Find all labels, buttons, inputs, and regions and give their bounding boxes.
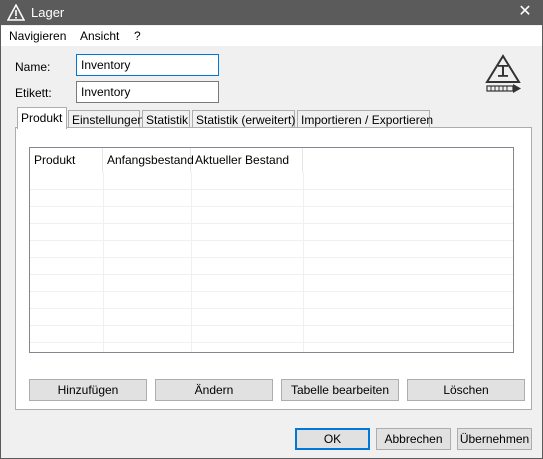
menu-help[interactable]: ? <box>134 29 141 43</box>
lager-window: Lager ✕ Navigieren Ansicht ? Name: Inven… <box>0 0 543 459</box>
grid-line <box>30 189 513 190</box>
window-title: Lager <box>31 5 65 20</box>
grid-line <box>30 240 513 241</box>
grid-line <box>30 257 513 258</box>
warning-triangle-icon <box>7 4 25 21</box>
name-label: Name: <box>15 60 51 74</box>
menu-navigieren[interactable]: Navigieren <box>9 29 66 43</box>
grid-line <box>30 325 513 326</box>
inventory-warning-icon <box>485 54 521 93</box>
cancel-button[interactable]: Abbrechen <box>376 428 451 450</box>
grid-line <box>30 291 513 292</box>
grid-line <box>30 223 513 224</box>
tab-einstellungen[interactable]: Einstellungen <box>68 110 144 128</box>
ok-button[interactable]: OK <box>295 428 370 450</box>
title-bar[interactable]: Lager ✕ <box>1 1 542 25</box>
menu-bar: Navigieren Ansicht ? <box>1 26 542 46</box>
edit-table-button[interactable]: Tabelle bearbeiten <box>281 379 399 401</box>
etikett-field[interactable]: Inventory <box>76 81 219 103</box>
close-icon[interactable]: ✕ <box>508 1 542 25</box>
delete-button[interactable]: Löschen <box>407 379 525 401</box>
grid-line <box>30 342 513 343</box>
add-button[interactable]: Hinzufügen <box>29 379 147 401</box>
menu-ansicht[interactable]: Ansicht <box>80 29 119 43</box>
tab-statistik[interactable]: Statistik <box>142 110 190 128</box>
edit-button[interactable]: Ändern <box>155 379 273 401</box>
grid-line <box>30 274 513 275</box>
column-anfangsbestand[interactable]: Anfangsbestand <box>103 148 194 172</box>
etikett-label: Etikett: <box>15 86 52 100</box>
tab-panel-produkt: Produkt Anfangsbestand Aktueller Bestand… <box>15 127 532 410</box>
table-header: Produkt Anfangsbestand Aktueller Bestand <box>30 148 513 172</box>
grid-line <box>30 308 513 309</box>
column-aktueller-bestand[interactable]: Aktueller Bestand <box>191 148 303 172</box>
tab-importieren-exportieren[interactable]: Importieren / Exportieren <box>297 110 433 128</box>
grid-line <box>30 206 513 207</box>
tab-produkt[interactable]: Produkt <box>17 107 67 129</box>
name-field[interactable]: Inventory <box>76 54 219 76</box>
column-produkt[interactable]: Produkt <box>30 148 103 172</box>
product-table[interactable]: Produkt Anfangsbestand Aktueller Bestand <box>29 147 514 353</box>
tab-statistik-erweitert[interactable]: Statistik (erweitert) <box>192 110 295 128</box>
apply-button[interactable]: Übernehmen <box>457 428 532 450</box>
